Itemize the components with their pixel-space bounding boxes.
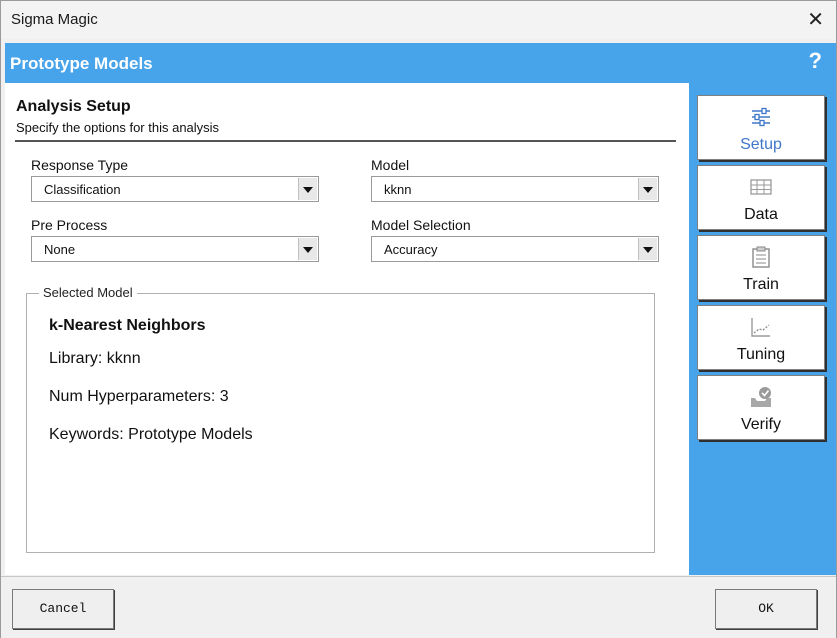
pre-process-value: None bbox=[44, 242, 76, 257]
model-value: kknn bbox=[384, 182, 412, 197]
dialog-window: Sigma Magic ✕ Prototype Models ? Analysi… bbox=[0, 0, 837, 638]
nav-verify-button[interactable]: Verify bbox=[697, 375, 825, 440]
line-chart-icon bbox=[751, 318, 770, 337]
section-title: Analysis Setup bbox=[16, 98, 131, 115]
verify-inbox-icon bbox=[751, 387, 771, 407]
side-nav: Setup Data Train Tuning Verify bbox=[689, 83, 836, 575]
chevron-down-icon[interactable] bbox=[638, 238, 657, 260]
nav-tuning-label: Tuning bbox=[736, 346, 786, 363]
footer-bar: Cancel OK bbox=[1, 576, 836, 638]
model-selection-value: Accuracy bbox=[384, 242, 438, 257]
clipboard-icon bbox=[752, 246, 770, 268]
header-bar: Prototype Models ? bbox=[5, 43, 836, 83]
nav-setup-label: Setup bbox=[740, 136, 782, 153]
main-panel: Analysis Setup Specify the options for t… bbox=[5, 83, 689, 575]
model-selection-dropdown[interactable]: Accuracy bbox=[371, 236, 659, 262]
model-label: Model bbox=[371, 157, 410, 173]
response-type-value: Classification bbox=[44, 182, 121, 197]
nav-tuning-button[interactable]: Tuning bbox=[697, 305, 825, 370]
close-icon[interactable]: ✕ bbox=[807, 7, 824, 32]
sliders-icon bbox=[752, 107, 770, 127]
response-type-label: Response Type bbox=[31, 157, 129, 173]
table-icon bbox=[750, 179, 772, 195]
nav-setup-button[interactable]: Setup bbox=[697, 95, 825, 160]
model-name: k-Nearest Neighbors bbox=[49, 317, 206, 334]
nav-train-button[interactable]: Train bbox=[697, 235, 825, 300]
chevron-down-icon[interactable] bbox=[638, 178, 657, 200]
header-title: Prototype Models bbox=[10, 54, 153, 73]
pre-process-dropdown[interactable]: None bbox=[31, 236, 319, 262]
chevron-down-icon[interactable] bbox=[298, 238, 317, 260]
selected-model-group: Selected Model k-Nearest Neighbors Libra… bbox=[26, 285, 655, 553]
nav-verify-label: Verify bbox=[740, 416, 781, 433]
help-icon[interactable]: ? bbox=[809, 48, 822, 74]
model-num-hyperparameters: Num Hyperparameters: 3 bbox=[49, 388, 229, 405]
model-library: Library: kknn bbox=[49, 350, 141, 367]
cancel-button[interactable]: Cancel bbox=[12, 589, 114, 629]
pre-process-label: Pre Process bbox=[31, 217, 108, 233]
title-bar: Sigma Magic ✕ bbox=[1, 1, 836, 39]
nav-data-label: Data bbox=[744, 206, 778, 223]
model-dropdown[interactable]: kknn bbox=[371, 176, 659, 202]
chevron-down-icon[interactable] bbox=[298, 178, 317, 200]
window-title: Sigma Magic bbox=[11, 11, 98, 28]
section-divider bbox=[15, 140, 676, 142]
nav-train-label: Train bbox=[743, 276, 779, 293]
nav-data-button[interactable]: Data bbox=[697, 165, 825, 230]
model-keywords: Keywords: Prototype Models bbox=[49, 426, 253, 443]
response-type-dropdown[interactable]: Classification bbox=[31, 176, 319, 202]
section-subtitle: Specify the options for this analysis bbox=[16, 120, 220, 135]
ok-button[interactable]: OK bbox=[715, 589, 817, 629]
model-selection-label: Model Selection bbox=[371, 217, 471, 233]
selected-model-legend: Selected Model bbox=[39, 285, 137, 300]
